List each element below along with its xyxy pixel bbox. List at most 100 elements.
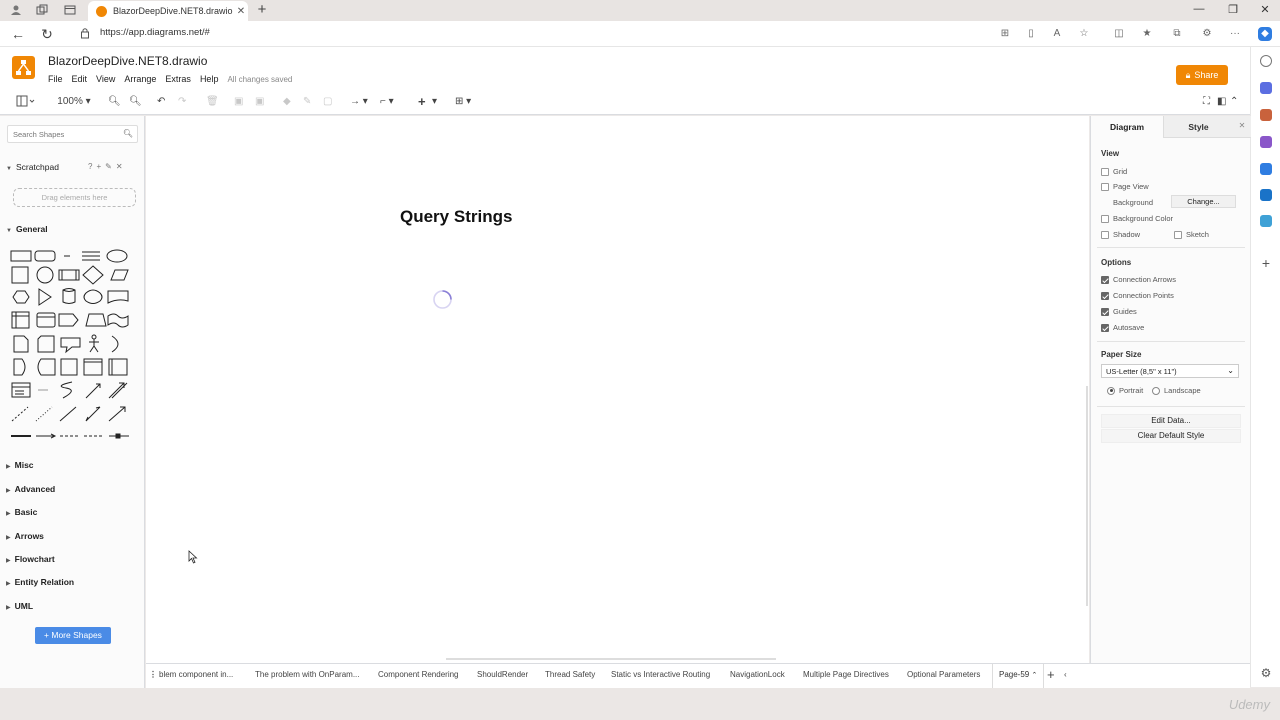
diagram-canvas[interactable]: Query Strings: [146, 116, 1089, 663]
add-page-icon[interactable]: +: [1047, 664, 1055, 688]
tools-icon[interactable]: [1260, 109, 1272, 121]
to-back-icon[interactable]: ▣: [255, 95, 264, 109]
zoom-level[interactable]: 100% ▾: [56, 95, 92, 109]
more-shapes-button[interactable]: + More Shapes: [35, 627, 111, 644]
shopping-icon[interactable]: [1260, 82, 1272, 94]
restore-icon[interactable]: ❐: [1226, 3, 1240, 16]
insert-icon[interactable]: +: [418, 95, 426, 109]
document-filename[interactable]: BlazorDeepDive.NET8.drawio: [48, 54, 207, 68]
clear-default-style-button[interactable]: Clear Default Style: [1101, 429, 1241, 443]
format-panel-toggle-icon[interactable]: [16, 95, 36, 107]
background-color-box[interactable]: [1101, 214, 1109, 223]
portrait-radio[interactable]: Portrait: [1107, 386, 1143, 395]
fill-color-icon[interactable]: ◆: [283, 95, 291, 109]
edit-data-button[interactable]: Edit Data...: [1101, 414, 1241, 428]
zoom-out-icon[interactable]: 🔍︎: [129, 95, 142, 109]
section-basic[interactable]: ▶ Basic: [6, 507, 37, 517]
workspaces-icon[interactable]: [34, 3, 50, 17]
insert-dropdown-icon[interactable]: ▾: [432, 95, 437, 109]
sketch-box[interactable]: [1174, 230, 1182, 239]
background-color-checkbox[interactable]: Background Color: [1101, 214, 1173, 223]
general-section-header[interactable]: ▼ General: [6, 224, 48, 234]
undo-icon[interactable]: ↶: [157, 95, 165, 109]
format-toggle-icon[interactable]: ◧: [1217, 95, 1226, 109]
scratchpad-actions[interactable]: ?+✎✕: [88, 162, 127, 171]
new-tab-icon[interactable]: +: [254, 2, 270, 18]
collapse-toolbar-icon[interactable]: ⌃: [1230, 95, 1238, 109]
office-icon[interactable]: [1260, 163, 1272, 175]
minimize-icon[interactable]: —: [1192, 3, 1206, 15]
guides-box[interactable]: [1101, 307, 1109, 316]
tab-diagram[interactable]: Diagram: [1091, 116, 1163, 138]
page-tab[interactable]: NavigationLock: [730, 664, 785, 688]
fullscreen-icon[interactable]: ⛶: [1203, 95, 1210, 109]
page-tab[interactable]: Thread Safety: [545, 664, 595, 688]
send-icon[interactable]: [1260, 215, 1272, 227]
line-color-icon[interactable]: ✎: [303, 95, 311, 109]
chevron-up-icon[interactable]: ⌃: [1031, 672, 1037, 679]
grid-box[interactable]: [1101, 167, 1109, 176]
extensions-icon[interactable]: ⚙: [1200, 27, 1214, 41]
paper-size-select[interactable]: US-Letter (8,5" x 11") ⌄: [1101, 364, 1239, 378]
page-tab[interactable]: Static vs Interactive Routing: [611, 664, 710, 688]
copilot-icon[interactable]: ◆: [1258, 27, 1272, 41]
profile-icon[interactable]: [8, 3, 24, 17]
page-tab[interactable]: The problem with OnParam...: [255, 664, 359, 688]
page-menu-icon[interactable]: ⋮: [149, 664, 157, 688]
sidebar-settings-icon[interactable]: ⚙: [1260, 667, 1272, 679]
change-background-button[interactable]: Change...: [1171, 195, 1236, 208]
close-window-icon[interactable]: ✕: [1258, 3, 1272, 16]
add-sidebar-app-icon[interactable]: +: [1260, 256, 1272, 270]
page-tab[interactable]: Component Rendering: [378, 664, 459, 688]
shadow-checkbox[interactable]: Shadow: [1101, 230, 1140, 239]
page-tab[interactable]: Multiple Page Directives: [803, 664, 889, 688]
connection-arrows-checkbox[interactable]: Connection Arrows: [1101, 275, 1176, 284]
autosave-box[interactable]: [1101, 323, 1109, 332]
scroll-tabs-left-icon[interactable]: ‹: [1064, 664, 1067, 688]
page-view-checkbox[interactable]: Page View: [1101, 182, 1149, 191]
general-shapes-grid[interactable]: [8, 246, 134, 441]
page-tab[interactable]: Optional Parameters: [907, 664, 980, 688]
horizontal-scrollbar[interactable]: [446, 658, 776, 660]
favorite-star-icon[interactable]: ☆: [1077, 27, 1091, 41]
close-panel-icon[interactable]: ✕: [1233, 116, 1251, 138]
split-screen-icon[interactable]: ◫: [1112, 27, 1126, 41]
shadow-box[interactable]: [1101, 230, 1109, 239]
page-tab[interactable]: blem component in...: [159, 664, 233, 688]
close-tab-icon[interactable]: ✕: [234, 6, 248, 17]
menu-file[interactable]: File: [48, 74, 63, 84]
connection-style-icon[interactable]: → ▾: [350, 95, 368, 109]
read-aloud-icon[interactable]: A: [1050, 27, 1064, 41]
page-tab[interactable]: ShouldRender: [477, 664, 528, 688]
menu-view[interactable]: View: [96, 74, 115, 84]
to-front-icon[interactable]: ▣: [234, 95, 243, 109]
section-arrows[interactable]: ▶ Arrows: [6, 531, 44, 541]
connection-points-box[interactable]: [1101, 291, 1109, 300]
grid-checkbox[interactable]: Grid: [1101, 167, 1127, 176]
diagram-title-text[interactable]: Query Strings: [400, 207, 512, 227]
guides-checkbox[interactable]: Guides: [1101, 307, 1137, 316]
search-shapes-input[interactable]: Search Shapes 🔍︎: [7, 125, 138, 143]
shadow-icon[interactable]: ▢: [323, 95, 332, 109]
more-menu-icon[interactable]: ···: [1228, 27, 1242, 41]
waypoints-icon[interactable]: ⌐ ▾: [380, 95, 394, 109]
back-icon[interactable]: ←: [10, 25, 26, 43]
menu-edit[interactable]: Edit: [72, 74, 88, 84]
search-icon[interactable]: 🔍︎: [123, 129, 133, 138]
table-icon[interactable]: ⊞ ▾: [455, 95, 471, 109]
zoom-in-icon[interactable]: 🔍︎: [108, 95, 121, 109]
menu-arrange[interactable]: Arrange: [124, 74, 156, 84]
portrait-radio-dot[interactable]: [1107, 386, 1115, 395]
section-advanced[interactable]: ▶ Advanced: [6, 484, 55, 494]
vertical-scrollbar[interactable]: [1086, 386, 1088, 606]
outlook-icon[interactable]: [1260, 189, 1272, 201]
landscape-radio-dot[interactable]: [1152, 386, 1160, 395]
autosave-checkbox[interactable]: Autosave: [1101, 323, 1144, 332]
scratchpad-header[interactable]: ▼ Scratchpad: [6, 162, 59, 172]
tab-actions-icon[interactable]: [62, 3, 78, 17]
menu-help[interactable]: Help: [200, 74, 219, 84]
collections-icon[interactable]: ⧉: [1170, 27, 1184, 41]
section-misc[interactable]: ▶ Misc: [6, 460, 34, 470]
scratchpad-drop-zone[interactable]: Drag elements here: [13, 188, 136, 207]
lock-icon[interactable]: [80, 27, 90, 39]
